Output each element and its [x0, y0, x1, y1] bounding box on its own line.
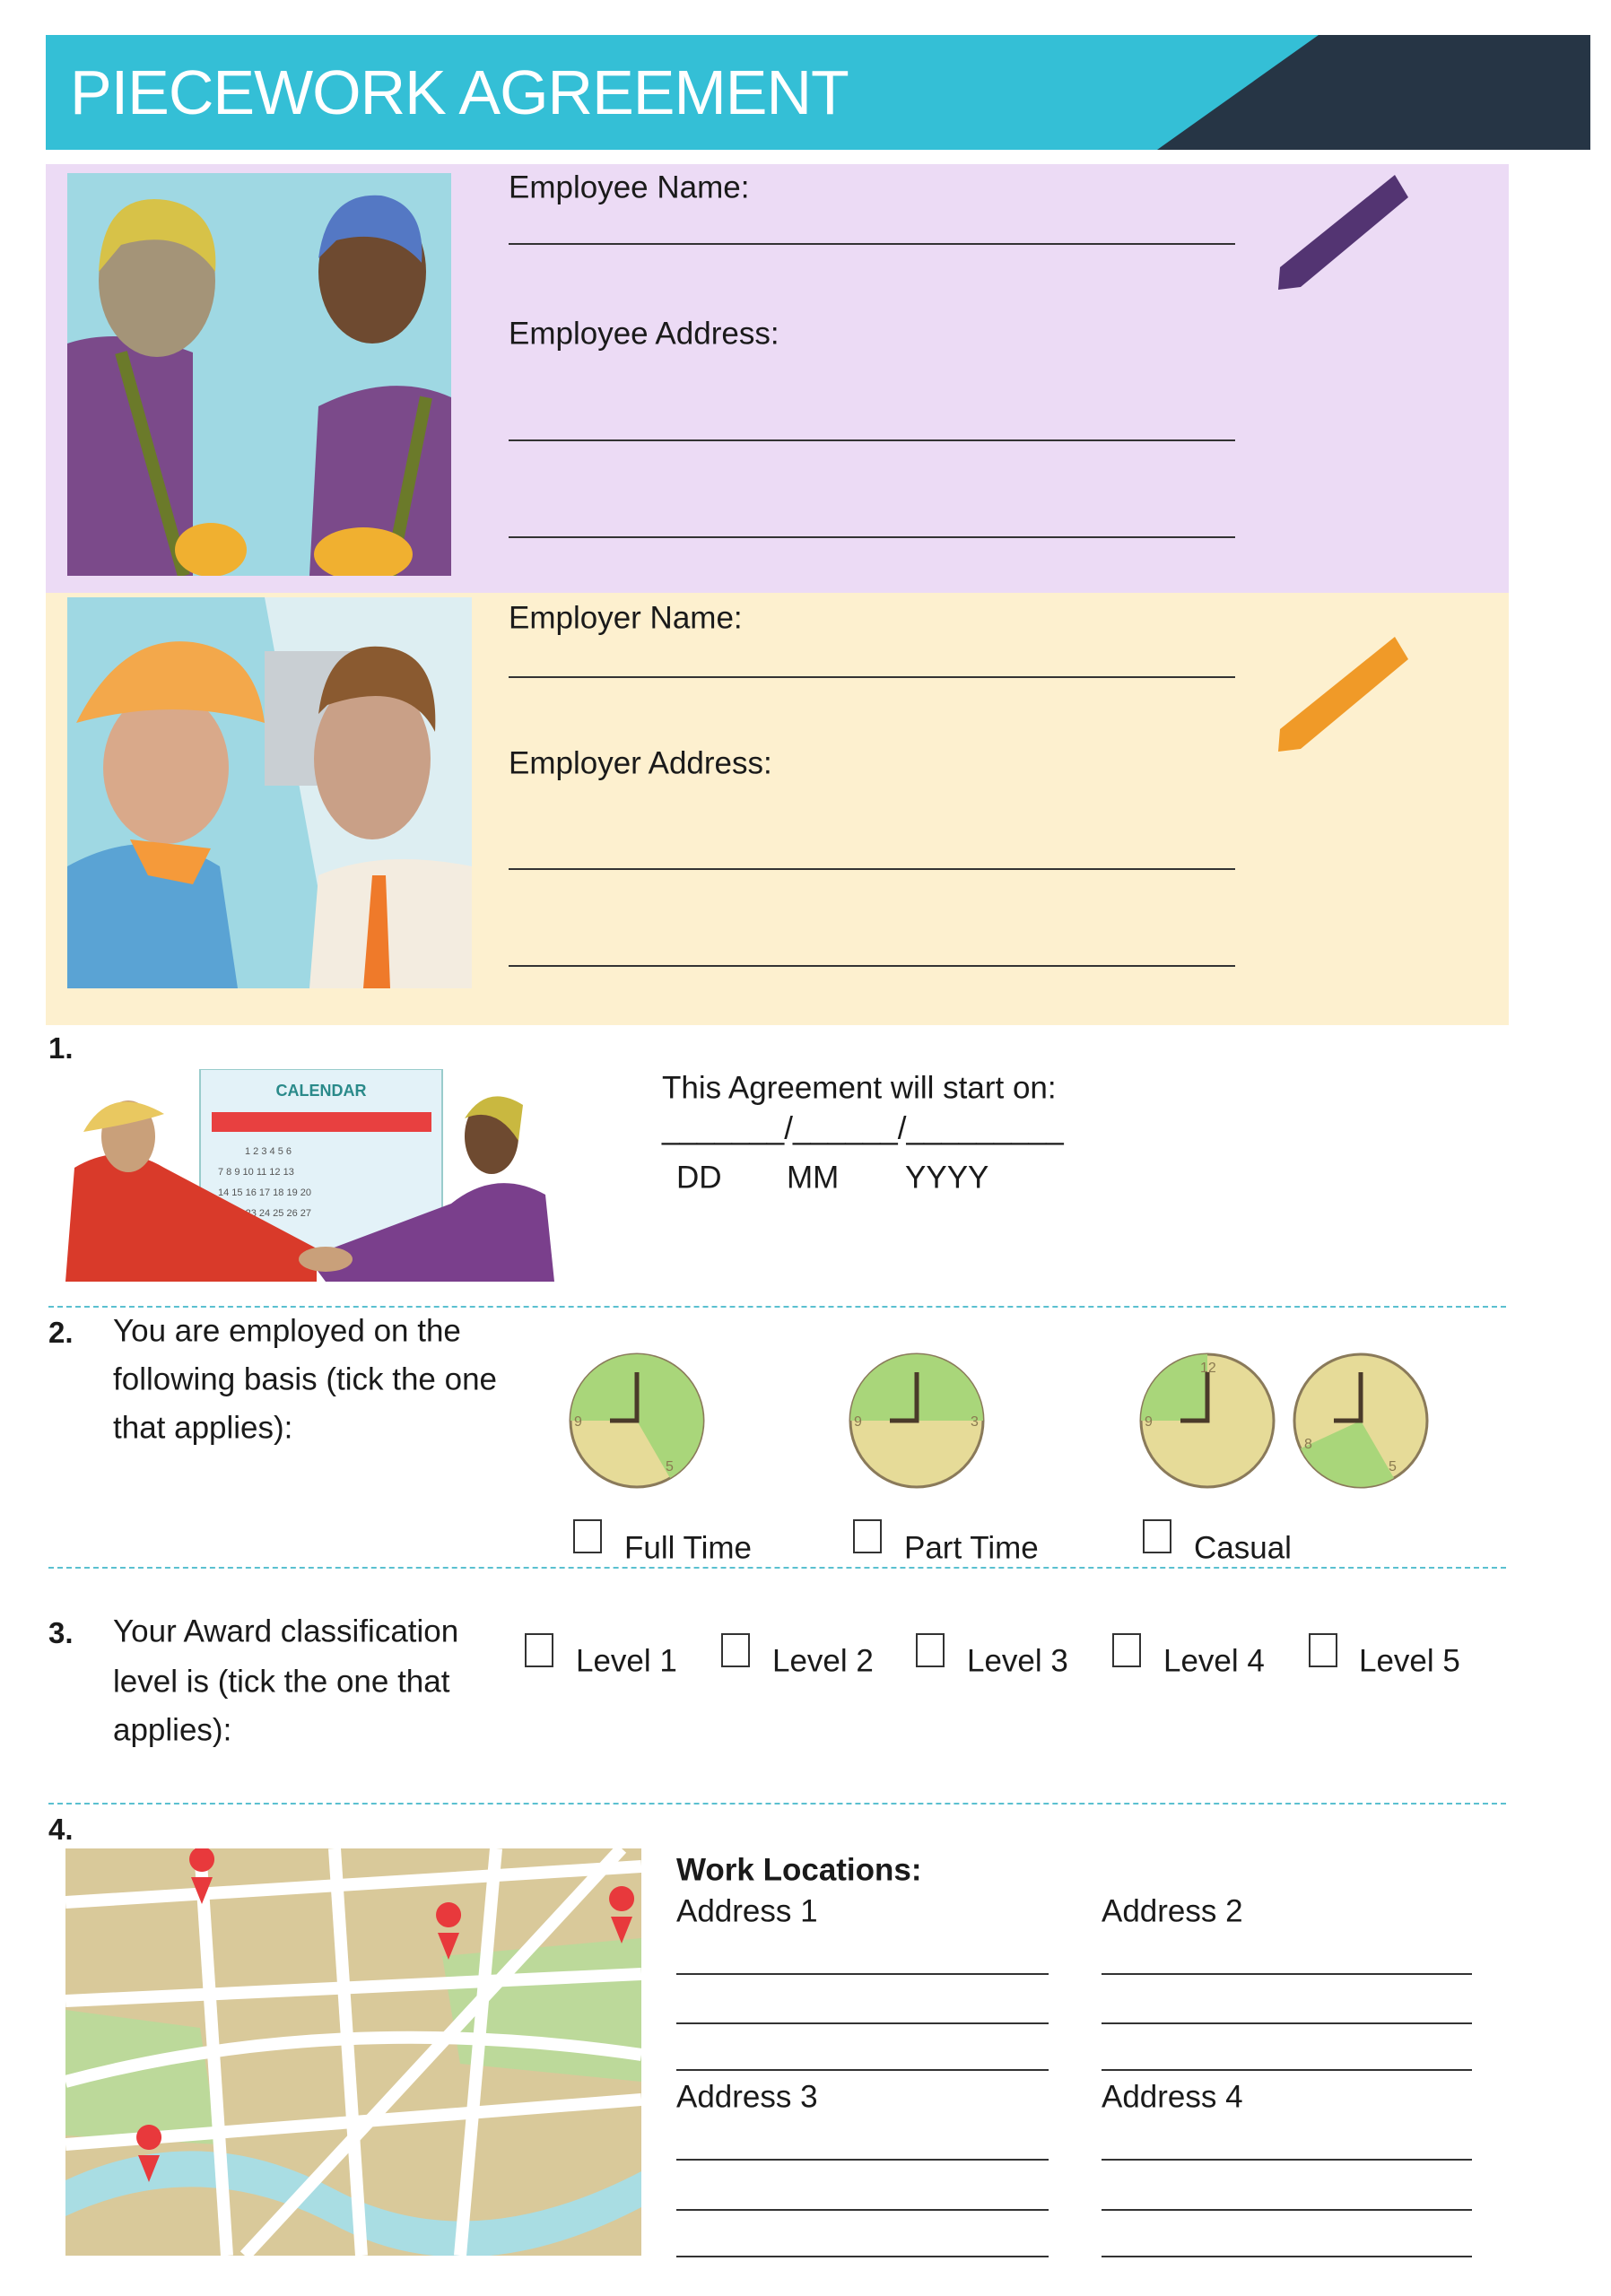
- day-label: DD: [676, 1160, 722, 1196]
- employer-address-field-line-2[interactable]: [509, 965, 1235, 967]
- start-date-field[interactable]: _______/______/_________: [662, 1113, 1064, 1144]
- address-3-field[interactable]: [676, 2209, 1049, 2211]
- year-label: YYYY: [905, 1160, 989, 1196]
- address-2-field[interactable]: [1102, 2069, 1472, 2071]
- clock-icon: 12 9: [1139, 1352, 1276, 1489]
- section-3-number: 3.: [48, 1616, 74, 1649]
- svg-text:7 8 9 10 11 12 13: 7 8 9 10 11 12 13: [218, 1167, 294, 1178]
- svg-text:14 15 16 17 18 19 20: 14 15 16 17 18 19 20: [218, 1187, 311, 1198]
- svg-text:3: 3: [971, 1414, 979, 1430]
- calendar-handshake-illustration: CALENDAR 1 2 3 4 5 6 7 8 9 10 11 12 13 1…: [65, 1069, 554, 1282]
- svg-text:12: 12: [1200, 1361, 1216, 1376]
- employee-address-label: Employee Address:: [509, 316, 779, 352]
- address-2-label: Address 2: [1102, 1893, 1243, 1929]
- employer-address-field-line-1[interactable]: [509, 868, 1235, 870]
- address-2-field[interactable]: [1102, 1973, 1472, 1975]
- employee-illustration: [67, 173, 451, 576]
- address-4-field[interactable]: [1102, 2256, 1472, 2257]
- section-4-number: 4.: [48, 1813, 74, 1846]
- employer-name-label: Employer Name:: [509, 600, 743, 636]
- address-4-field[interactable]: [1102, 2159, 1472, 2161]
- address-1-field[interactable]: [676, 1973, 1049, 1975]
- level-3-checkbox[interactable]: [916, 1633, 945, 1667]
- level-3-label: Level 3: [967, 1643, 1068, 1679]
- svg-text:9: 9: [854, 1414, 862, 1430]
- address-1-label: Address 1: [676, 1893, 818, 1929]
- pencil-icon: [1278, 637, 1408, 752]
- level-1-checkbox[interactable]: [525, 1633, 553, 1667]
- address-4-field[interactable]: [1102, 2209, 1472, 2211]
- page-title: PIECEWORK AGREEMENT: [70, 57, 849, 127]
- level-2-label: Level 2: [772, 1643, 874, 1679]
- address-3-label: Address 3: [676, 2079, 818, 2115]
- section-3-text-line: level is (tick the one that: [113, 1664, 450, 1700]
- level-1-label: Level 1: [576, 1643, 677, 1679]
- section-2-number: 2.: [48, 1316, 74, 1349]
- section-2-text-line: You are employed on the: [113, 1313, 461, 1349]
- divider: [48, 1567, 1506, 1569]
- level-5-label: Level 5: [1359, 1643, 1460, 1679]
- level-4-label: Level 4: [1163, 1643, 1265, 1679]
- work-hours-clocks: 9 5 9 3 12 9 8 5: [569, 1352, 1429, 1489]
- clock-icon: 8 5: [1293, 1352, 1429, 1489]
- employer-address-label: Employer Address:: [509, 745, 772, 781]
- employee-address-field-line-2[interactable]: [509, 536, 1235, 538]
- employer-name-field[interactable]: [509, 676, 1235, 678]
- svg-text:5: 5: [1389, 1459, 1397, 1474]
- address-1-field[interactable]: [676, 2022, 1049, 2024]
- employee-name-label: Employee Name:: [509, 170, 750, 205]
- start-date-prompt: This Agreement will start on:: [662, 1070, 1057, 1106]
- svg-text:8: 8: [1304, 1437, 1312, 1452]
- clock-icon: 9 3: [849, 1352, 985, 1489]
- part-time-label: Part Time: [904, 1530, 1039, 1566]
- full-time-checkbox[interactable]: [573, 1519, 602, 1553]
- section-3-text-line: applies):: [113, 1712, 232, 1748]
- clock-icon: 9 5: [569, 1352, 705, 1489]
- svg-text:5: 5: [666, 1459, 674, 1474]
- svg-text:9: 9: [1145, 1414, 1153, 1430]
- address-2-field[interactable]: [1102, 2022, 1472, 2024]
- work-locations-heading: Work Locations:: [676, 1852, 922, 1888]
- employer-illustration: [67, 597, 472, 988]
- level-4-checkbox[interactable]: [1112, 1633, 1141, 1667]
- divider: [48, 1306, 1506, 1308]
- section-2-text-line: following basis (tick the one: [113, 1361, 497, 1397]
- title-banner: PIECEWORK AGREEMENT: [46, 35, 1590, 150]
- casual-label: Casual: [1194, 1530, 1292, 1566]
- address-3-field[interactable]: [676, 2256, 1049, 2257]
- svg-text:9: 9: [574, 1414, 582, 1430]
- section-2-text-line: that applies):: [113, 1410, 293, 1446]
- address-1-field[interactable]: [676, 2069, 1049, 2071]
- level-5-checkbox[interactable]: [1309, 1633, 1337, 1667]
- pencil-icon: [1278, 175, 1408, 290]
- divider: [48, 1803, 1506, 1805]
- full-time-label: Full Time: [624, 1530, 752, 1566]
- employee-name-field[interactable]: [509, 243, 1235, 245]
- employee-address-field-line-1[interactable]: [509, 439, 1235, 441]
- address-4-label: Address 4: [1102, 2079, 1243, 2115]
- svg-text:1 2 3 4 5 6: 1 2 3 4 5 6: [245, 1146, 292, 1157]
- part-time-checkbox[interactable]: [853, 1519, 882, 1553]
- address-3-field[interactable]: [676, 2159, 1049, 2161]
- map-illustration: [65, 1848, 641, 2256]
- section-1-number: 1.: [48, 1031, 74, 1065]
- month-label: MM: [787, 1160, 840, 1196]
- level-2-checkbox[interactable]: [721, 1633, 750, 1667]
- section-3-text-line: Your Award classification: [113, 1613, 459, 1649]
- casual-checkbox[interactable]: [1143, 1519, 1171, 1553]
- calendar-title: CALENDAR: [276, 1082, 367, 1100]
